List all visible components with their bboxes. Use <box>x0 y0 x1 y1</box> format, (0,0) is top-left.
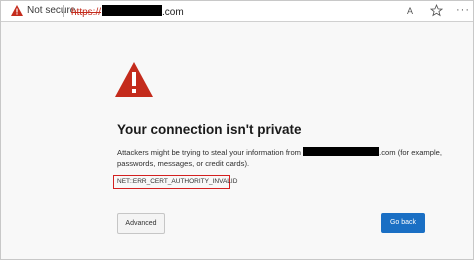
error-code[interactable]: NET::ERR_CERT_AUTHORITY_INVALID <box>113 175 237 189</box>
url-scheme: https:// <box>71 7 102 18</box>
redacted-domain <box>303 147 380 156</box>
error-page: Your connection isn't private Attackers … <box>1 22 473 259</box>
warning-description: Attackers might be trying to steal your … <box>117 147 447 169</box>
page-title: Your connection isn't private <box>117 122 302 137</box>
url-text[interactable]: https:// .com <box>71 5 184 18</box>
address-bar[interactable]: Not secure https:// .com A ··· <box>1 1 473 22</box>
go-back-button[interactable]: Go back <box>381 213 425 233</box>
star-icon[interactable] <box>430 4 443 17</box>
warning-icon <box>115 62 153 97</box>
read-aloud-icon[interactable]: A <box>407 5 413 17</box>
not-secure-label[interactable]: Not secure <box>27 5 75 17</box>
redacted-domain <box>102 5 163 16</box>
warning-icon <box>11 5 23 16</box>
advanced-button[interactable]: Advanced <box>117 213 165 234</box>
url-suffix: .com <box>162 7 184 18</box>
browser-window: Not secure https:// .com A ··· Your conne… <box>0 0 474 260</box>
address-separator <box>63 5 64 17</box>
description-prefix: Attackers might be trying to steal your … <box>117 148 304 157</box>
more-options-icon[interactable]: ··· <box>456 4 470 16</box>
